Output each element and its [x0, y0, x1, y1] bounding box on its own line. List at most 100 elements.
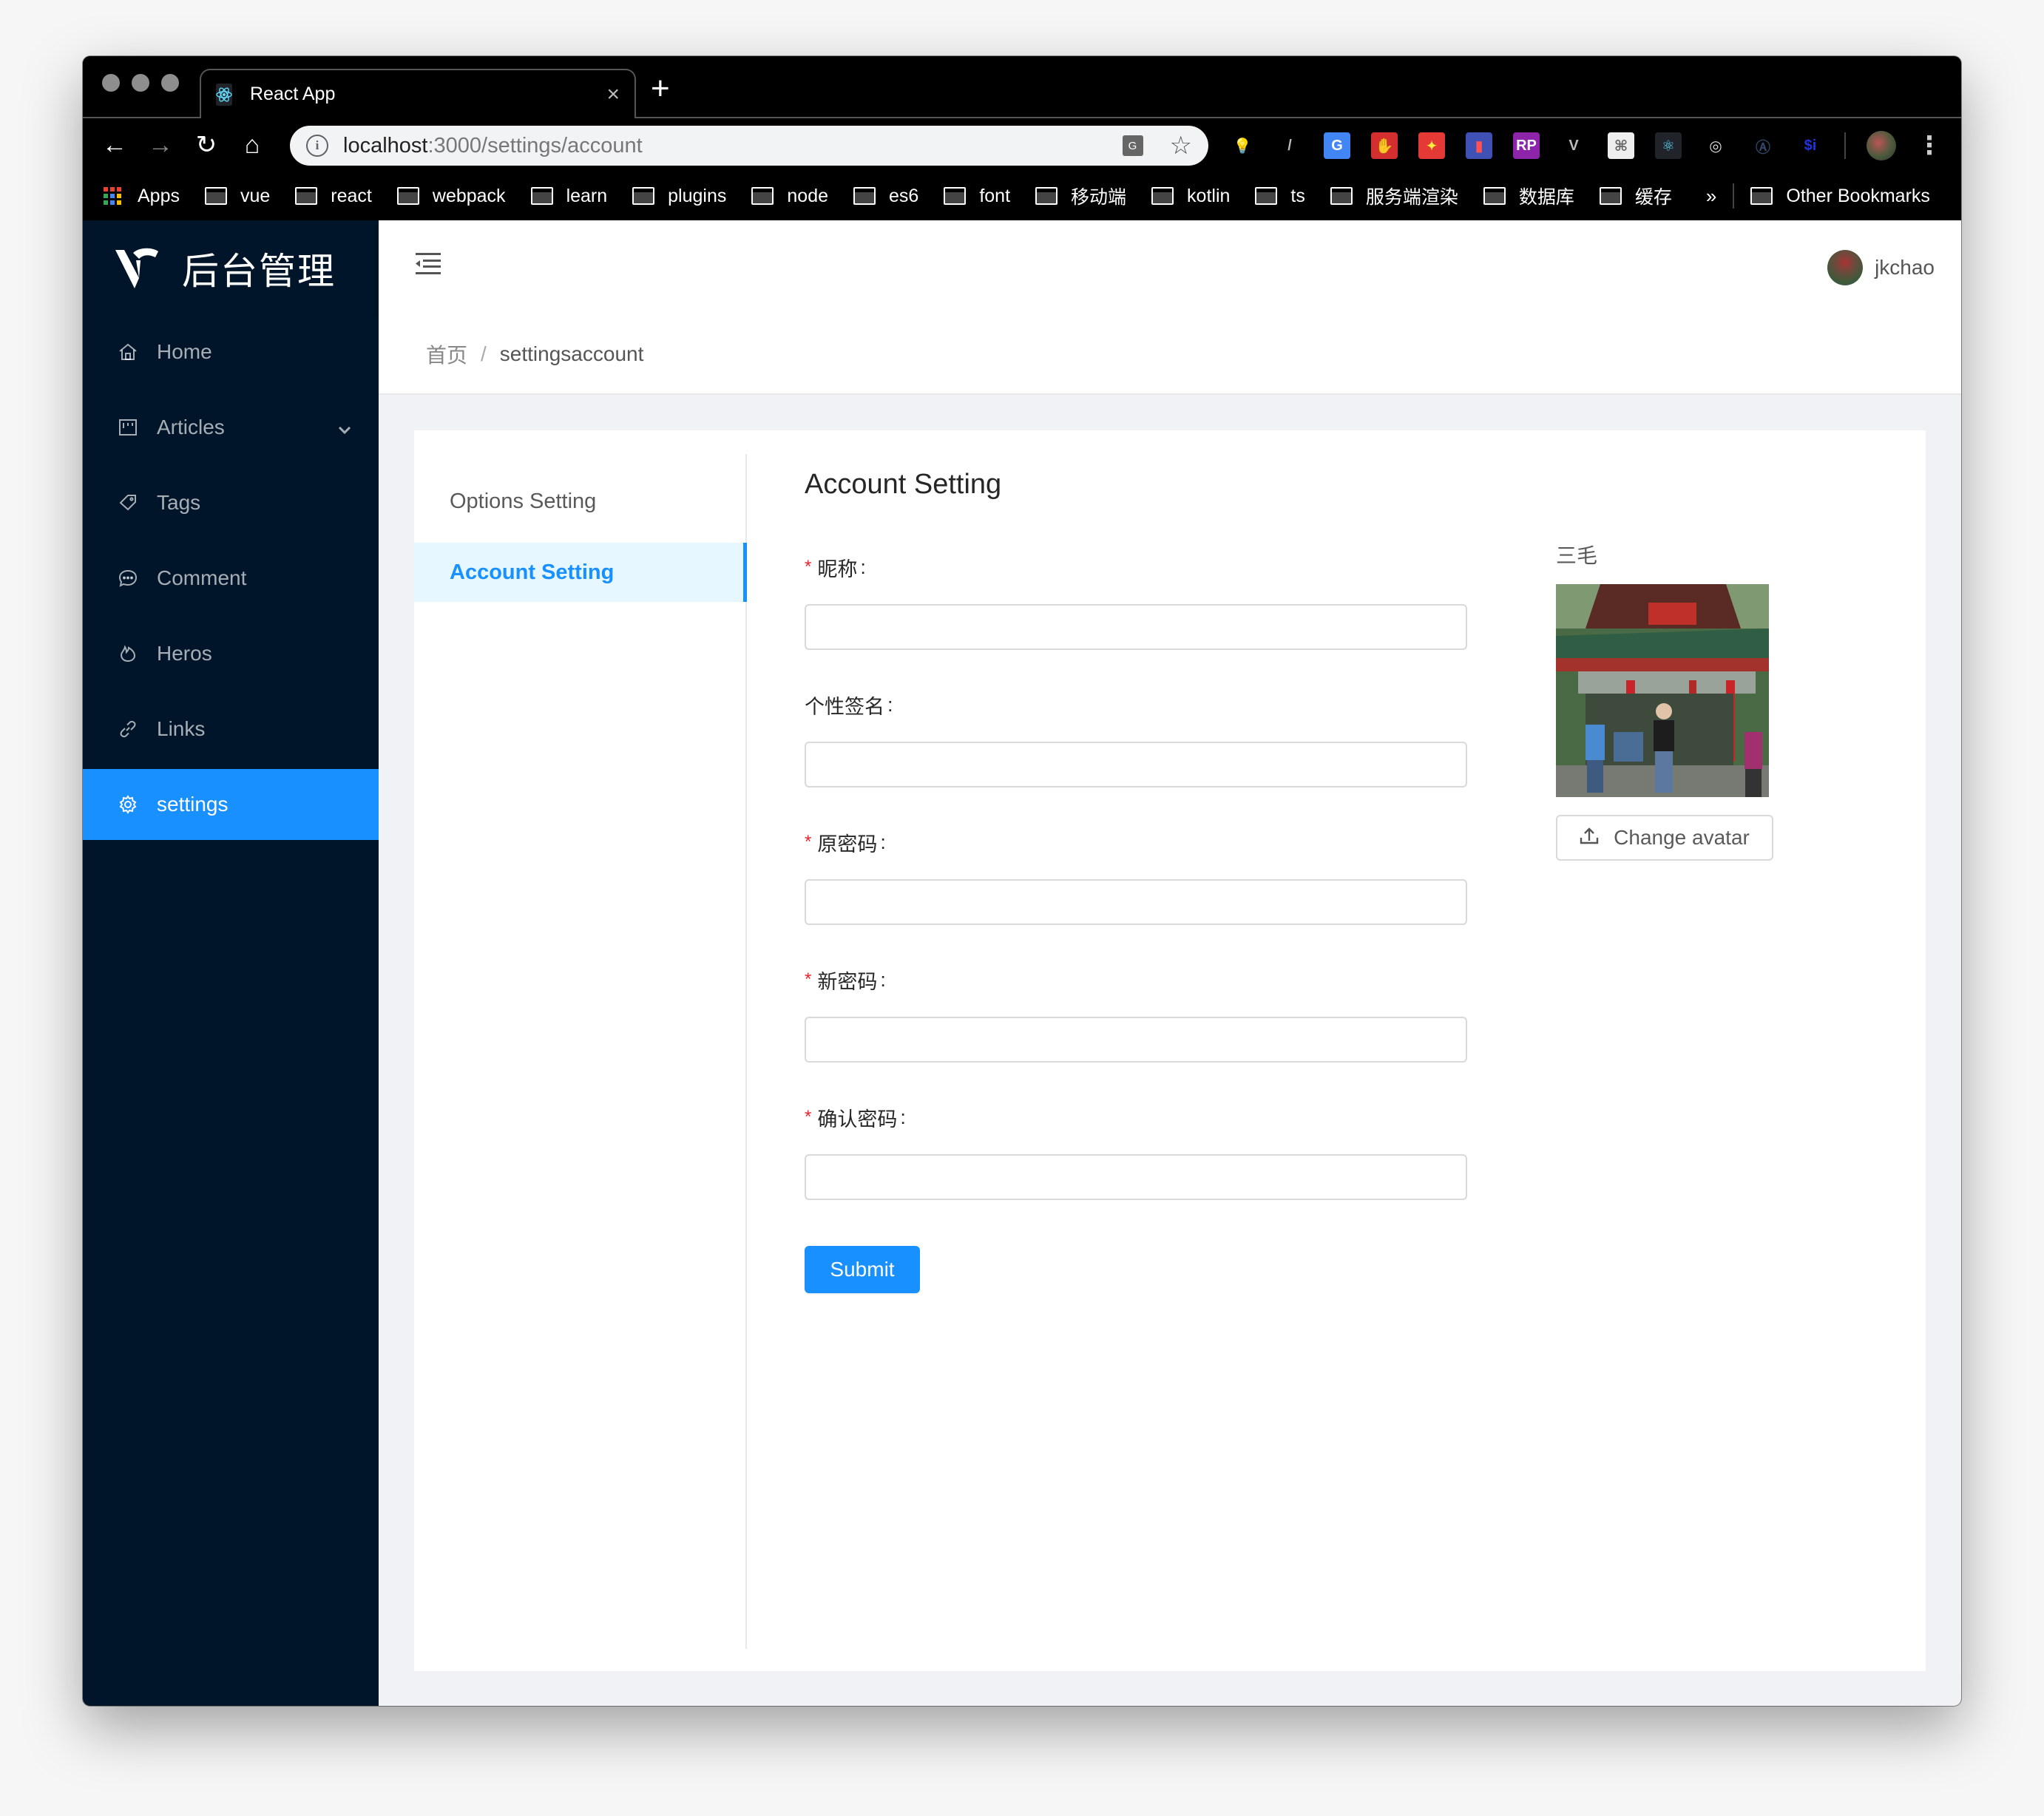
- settings-menu: Options Setting Account Setting: [414, 454, 747, 1649]
- si-extension-icon[interactable]: $i: [1797, 132, 1824, 159]
- sidebar-item-comment[interactable]: Comment: [83, 543, 379, 614]
- target-extension-icon[interactable]: ◎: [1702, 132, 1729, 159]
- bookmark-folder[interactable]: ts: [1255, 186, 1305, 207]
- field-input-1[interactable]: [805, 742, 1467, 787]
- site-info-icon[interactable]: i: [306, 135, 328, 157]
- logo-icon: [115, 248, 158, 288]
- folder-icon: [1035, 187, 1058, 205]
- submit-button[interactable]: Submit: [805, 1246, 920, 1293]
- field-label-text: 原密码: [817, 833, 878, 856]
- form-fields: * 昵称: 个性签名: * 原密码: * 新密码: * 确认密码:: [805, 552, 1470, 1200]
- bookmark-label: Apps: [138, 185, 180, 206]
- browser-tab[interactable]: React App ×: [200, 69, 636, 118]
- forward-button[interactable]: →: [138, 131, 183, 160]
- translate-icon[interactable]: G: [1122, 135, 1143, 156]
- bookmark-folder[interactable]: plugins: [632, 186, 726, 207]
- bookmark-folder[interactable]: react: [295, 186, 372, 207]
- bookmark-folder[interactable]: es6: [853, 186, 918, 207]
- react-devtools-extension-icon[interactable]: ⚛: [1655, 132, 1682, 159]
- sidebar-item-heros[interactable]: Heros: [83, 618, 379, 689]
- folder-icon: [1151, 187, 1174, 205]
- settings-menu-item-options-setting[interactable]: Options Setting: [414, 472, 745, 531]
- lighthouse-extension-icon[interactable]: ▮: [1466, 132, 1492, 159]
- field-input-2[interactable]: [805, 879, 1467, 925]
- bookmark-folder[interactable]: kotlin: [1151, 186, 1230, 207]
- bookmark-label: 缓存: [1634, 187, 1672, 208]
- address-bar[interactable]: i localhost:3000/settings/account G ☆: [290, 126, 1208, 166]
- field-input-4[interactable]: [805, 1154, 1467, 1200]
- google-translate-extension-icon[interactable]: G: [1324, 132, 1350, 159]
- menu-fold-icon[interactable]: [416, 253, 441, 279]
- change-avatar-button[interactable]: Change avatar: [1556, 815, 1773, 861]
- bookmark-folder[interactable]: font: [944, 186, 1010, 207]
- sidebar-item-links[interactable]: Links: [83, 694, 379, 765]
- close-window-button[interactable]: [102, 74, 120, 92]
- bookmarks-bar: Apps vue react webpack learn plugins node es6 f…: [83, 172, 1961, 220]
- minimize-window-button[interactable]: [132, 74, 149, 92]
- tab-close-icon[interactable]: ×: [606, 83, 620, 106]
- sidebar-item-label: Links: [157, 717, 206, 740]
- sidebar-item-settings[interactable]: settings: [83, 769, 379, 840]
- adblock-extension-icon[interactable]: ✋: [1371, 132, 1398, 159]
- bookmark-folder[interactable]: learn: [530, 186, 607, 207]
- browser-menu-icon[interactable]: ⋮: [1917, 131, 1942, 160]
- form-item: * 新密码:: [805, 965, 1470, 1063]
- new-tab-button[interactable]: +: [651, 72, 670, 105]
- sidebar-item-articles[interactable]: Articles: [83, 392, 379, 463]
- other-bookmarks[interactable]: Other Bookmarks: [1750, 186, 1930, 207]
- sitemap-extension-icon[interactable]: ⌘: [1608, 132, 1634, 159]
- app-root: 后台管理 Home Articles Tags Comment Heros Links se…: [83, 220, 1961, 1706]
- bookmark-label: es6: [889, 185, 919, 206]
- user-menu[interactable]: jkchao: [1827, 250, 1935, 285]
- bookmark-label: 服务端渲染: [1365, 187, 1458, 208]
- magic-extension-icon[interactable]: ✦: [1418, 132, 1445, 159]
- sidebar-item-home[interactable]: Home: [83, 316, 379, 387]
- profile-avatar[interactable]: [1867, 131, 1896, 160]
- breadcrumb-separator: /: [481, 342, 487, 365]
- field-label: * 原密码:: [805, 827, 1470, 857]
- articles-icon: [117, 416, 139, 438]
- bookmark-label: webpack: [432, 185, 506, 206]
- pen-extension-icon[interactable]: /: [1276, 132, 1303, 159]
- change-avatar-label: Change avatar: [1614, 826, 1750, 849]
- bookmark-star-icon[interactable]: ☆: [1170, 131, 1192, 160]
- lightbulb-extension-icon[interactable]: 💡: [1229, 132, 1256, 159]
- field-label-text: 确认密码: [817, 1108, 898, 1131]
- url-text[interactable]: localhost:3000/settings/account: [343, 134, 1123, 158]
- bookmark-folder[interactable]: 移动端: [1035, 183, 1126, 209]
- tab-title: React App: [250, 84, 336, 104]
- sidebar-item-label: Home: [157, 340, 212, 363]
- field-label: 个性签名:: [805, 690, 1470, 719]
- breadcrumb: 首页 / settingsaccount: [379, 315, 1961, 395]
- maximize-window-button[interactable]: [161, 74, 179, 92]
- rp-extension-icon[interactable]: RP: [1513, 132, 1540, 159]
- app-logo[interactable]: 后台管理: [83, 220, 379, 316]
- home-button[interactable]: ⌂: [229, 131, 275, 160]
- field-input-3[interactable]: [805, 1017, 1467, 1063]
- bookmark-folder[interactable]: 数据库: [1483, 183, 1574, 209]
- sidebar-item-label: Tags: [157, 491, 201, 514]
- field-input-0[interactable]: [805, 604, 1467, 650]
- fire-icon: [117, 643, 139, 665]
- more-bookmarks-button[interactable]: »: [1706, 185, 1716, 208]
- bookmark-folder[interactable]: 缓存: [1599, 183, 1672, 209]
- app-name: 后台管理: [182, 251, 336, 292]
- breadcrumb-home[interactable]: 首页: [426, 339, 467, 369]
- folder-icon: [853, 187, 876, 205]
- a-extension-icon[interactable]: Ⓐ: [1750, 132, 1776, 159]
- bookmark-label: 数据库: [1518, 187, 1574, 208]
- reload-button[interactable]: ↻: [183, 130, 229, 160]
- settings-menu-item-account-setting[interactable]: Account Setting: [414, 543, 747, 602]
- folder-icon: [944, 187, 967, 205]
- bookmark-folder[interactable]: 服务端渲染: [1330, 183, 1458, 209]
- sidebar-item-tags[interactable]: Tags: [83, 467, 379, 538]
- bookmark-folder[interactable]: node: [751, 186, 828, 207]
- gear-icon: [117, 793, 139, 816]
- url-path: :3000/settings/account: [427, 133, 643, 157]
- bookmark-folder[interactable]: vue: [204, 186, 270, 207]
- vue-devtools-extension-icon[interactable]: V: [1560, 132, 1587, 159]
- bookmark-apps[interactable]: Apps: [104, 186, 180, 207]
- bookmark-folder[interactable]: webpack: [396, 185, 506, 207]
- back-button[interactable]: ←: [92, 131, 138, 160]
- form-item: 个性签名:: [805, 690, 1470, 787]
